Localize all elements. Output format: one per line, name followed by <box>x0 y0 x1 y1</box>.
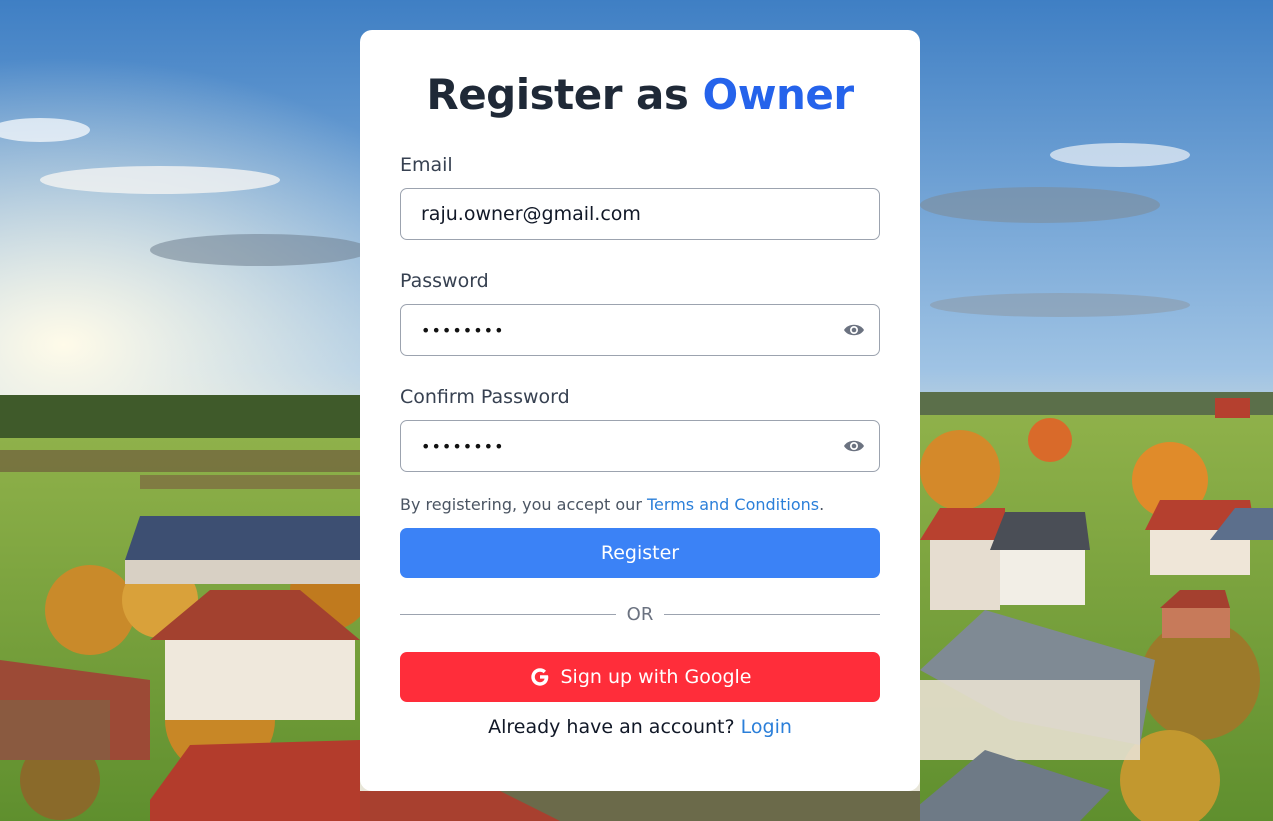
terms-prefix: By registering, you accept our <box>400 495 642 514</box>
confirm-password-mask: •••••••• <box>421 436 505 456</box>
page-title: Register as Owner <box>400 70 880 120</box>
login-prompt: Already have an account? Login <box>400 714 880 740</box>
title-prefix: Register as <box>426 70 689 119</box>
google-g-icon <box>529 666 551 688</box>
register-card: Register as Owner Email Password •••••••… <box>360 30 920 791</box>
terms-link[interactable]: Terms and Conditions <box>647 495 819 514</box>
terms-text: By registering, you accept our Terms and… <box>400 494 880 516</box>
google-signup-button[interactable]: Sign up with Google <box>400 652 880 702</box>
eye-icon[interactable] <box>843 321 865 339</box>
terms-suffix: . <box>819 495 825 514</box>
email-field[interactable] <box>401 189 879 239</box>
password-label: Password <box>400 270 489 292</box>
divider-line-right <box>664 613 880 615</box>
or-text: OR <box>626 603 654 625</box>
google-button-label: Sign up with Google <box>560 666 752 688</box>
or-divider: OR <box>400 602 880 626</box>
email-label: Email <box>400 154 453 176</box>
confirm-password-field[interactable]: •••••••• <box>400 420 880 472</box>
eye-icon[interactable] <box>843 437 865 455</box>
password-field[interactable]: •••••••• <box>400 304 880 356</box>
login-prompt-text: Already have an account? <box>488 716 735 738</box>
title-accent: Owner <box>702 70 855 119</box>
register-button-label: Register <box>600 542 680 564</box>
email-field-wrapper <box>400 188 880 240</box>
register-button[interactable]: Register <box>400 528 880 578</box>
divider-line-left <box>400 613 616 615</box>
password-mask: •••••••• <box>421 320 505 340</box>
confirm-password-label: Confirm Password <box>400 386 570 408</box>
login-link[interactable]: Login <box>741 716 792 738</box>
